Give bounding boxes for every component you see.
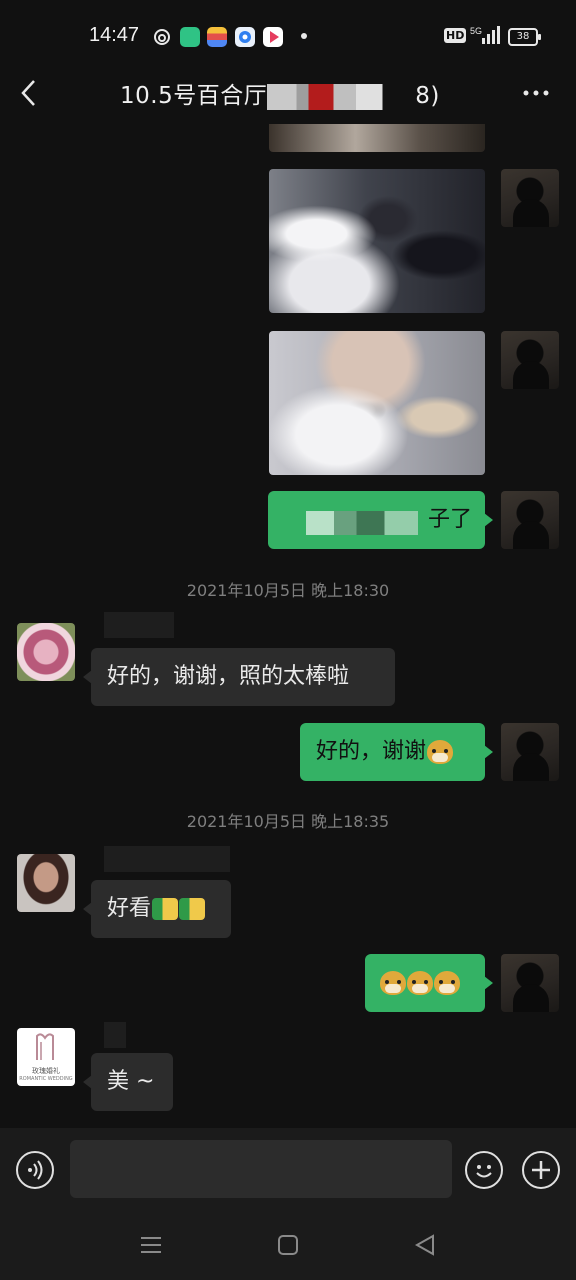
doge-emoji-icon <box>407 971 433 995</box>
back-nav-button[interactable] <box>412 1232 438 1262</box>
title-redaction <box>267 83 416 110</box>
more-dots-icon <box>523 90 549 96</box>
message-timestamp: 2021年10月5日 晚上18:30 <box>186 581 390 600</box>
contact-avatar-logo[interactable]: 玫瑰婚礼 ROMANTIC WEDDING <box>17 1028 75 1086</box>
menu-lines-icon <box>141 1237 161 1253</box>
image-message[interactable] <box>269 169 485 313</box>
contact-avatar-girl[interactable] <box>17 854 75 912</box>
voice-icon <box>28 1160 43 1180</box>
message-text: 好的，谢谢 <box>316 739 427 764</box>
my-avatar[interactable] <box>501 331 559 389</box>
triangle-back-icon <box>414 1234 434 1256</box>
chat-title-end: 8) <box>415 83 440 109</box>
sender-name-redaction <box>104 846 230 872</box>
message-app-icon <box>180 27 200 47</box>
home-nav-button[interactable] <box>275 1232 301 1262</box>
wedding-logo-icon <box>36 1033 54 1060</box>
chat-title: 10.5号百合厅 8) <box>120 76 440 110</box>
system-nav-bar <box>0 1212 576 1280</box>
status-bar: 14:47 HD 5G 38 <box>0 0 576 72</box>
message-input[interactable] <box>70 1140 452 1198</box>
chat-title-start: 10.5号百合厅 <box>120 83 268 109</box>
more-actions-button[interactable] <box>522 1151 560 1189</box>
message-redaction <box>306 511 418 535</box>
voice-input-button[interactable] <box>16 1151 54 1189</box>
chat-header: 10.5号百合厅 8) <box>0 72 576 122</box>
contact-avatar-flower[interactable] <box>17 623 75 681</box>
browser-app-icon <box>235 27 255 47</box>
thumbs-up-icon <box>152 898 179 920</box>
svg-text:5G: 5G <box>470 26 482 36</box>
incoming-message[interactable]: 好的，谢谢，照的太棒啦 <box>83 648 395 706</box>
my-avatar[interactable] <box>501 954 559 1012</box>
outgoing-message[interactable]: 好的，谢谢 <box>300 723 493 781</box>
image-message-partial[interactable] <box>269 124 485 152</box>
logo-text-cn: 玫瑰婚礼 <box>32 1067 60 1075</box>
netease-music-icon <box>152 27 172 47</box>
wallet-app-icon <box>207 27 227 47</box>
message-timestamp: 2021年10月5日 晚上18:35 <box>186 812 390 831</box>
doge-emoji-icon <box>427 740 454 764</box>
sender-name-redaction <box>104 612 174 638</box>
outgoing-message[interactable]: 子了 <box>268 491 493 549</box>
smiley-icon <box>476 1165 492 1178</box>
message-text: 美 ~ <box>107 1069 155 1094</box>
square-home-icon <box>278 1235 298 1255</box>
message-text: 好的，谢谢，照的太棒啦 <box>107 664 350 689</box>
video-app-icon <box>263 27 283 47</box>
logo-text-en: ROMANTIC WEDDING <box>19 1076 73 1082</box>
my-avatar[interactable] <box>501 169 559 227</box>
chevron-left-icon <box>21 80 35 106</box>
sender-name-redaction <box>104 1022 126 1048</box>
menu-nav-button[interactable] <box>138 1232 164 1262</box>
image-message[interactable] <box>269 331 485 475</box>
my-avatar[interactable] <box>501 491 559 549</box>
plus-icon <box>532 1161 550 1179</box>
hd-badge: HD <box>444 28 467 43</box>
emoji-button[interactable] <box>465 1151 503 1189</box>
message-text: 好看 <box>107 896 152 921</box>
thumbs-up-icon <box>179 898 206 920</box>
outgoing-message[interactable] <box>365 954 493 1012</box>
notification-dot-icon <box>301 33 307 39</box>
more-button[interactable] <box>520 76 552 108</box>
status-time: 14:47 <box>89 24 140 46</box>
incoming-message[interactable]: 好看 <box>83 880 231 938</box>
back-button[interactable] <box>14 76 46 108</box>
message-text: 子了 <box>428 507 473 532</box>
battery-icon: 38 <box>508 28 541 46</box>
my-avatar[interactable] <box>501 723 559 781</box>
doge-emoji-icon <box>380 971 406 995</box>
doge-emoji-icon <box>434 971 460 995</box>
incoming-message[interactable]: 美 ~ <box>83 1053 173 1111</box>
signal-5g-icon: 5G <box>470 24 500 50</box>
message-composer <box>0 1128 576 1212</box>
